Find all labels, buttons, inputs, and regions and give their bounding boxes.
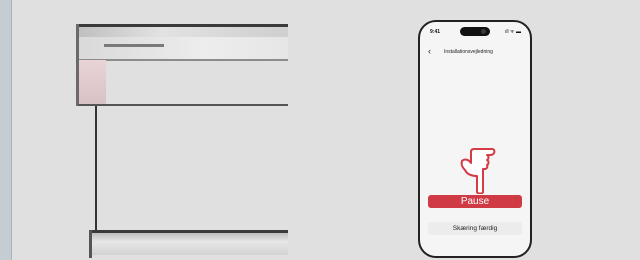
machine-vertical-rail (95, 106, 97, 232)
machine-top-bottom-edge (78, 104, 288, 106)
camera-dot (481, 29, 486, 34)
left-rail (0, 0, 12, 260)
status-time: 9:41 (430, 29, 441, 35)
machine-bottom-body (89, 233, 288, 255)
machine-bottom-side (89, 230, 92, 258)
machine-top-side (76, 24, 79, 106)
pause-button[interactable]: Pause (428, 195, 522, 208)
machine-top-lower-edge (78, 59, 288, 61)
machine-top-detail (104, 44, 164, 47)
phone-mockup: 9:41 ıll ᯤ ▬ ‹ Installationsvejledning P… (418, 20, 532, 258)
cutting-done-button[interactable]: Skæring færdig (428, 222, 522, 235)
machine-top-shade (78, 27, 288, 37)
machine-top-body (78, 37, 288, 59)
pointing-hand-icon (460, 148, 496, 194)
dynamic-island (460, 27, 490, 36)
chevron-left-icon[interactable]: ‹ (428, 46, 431, 56)
screen-title: Installationsvejledning (444, 49, 493, 55)
status-icons: ıll ᯤ ▬ (505, 29, 521, 35)
machine-top-pink-block (78, 60, 106, 104)
